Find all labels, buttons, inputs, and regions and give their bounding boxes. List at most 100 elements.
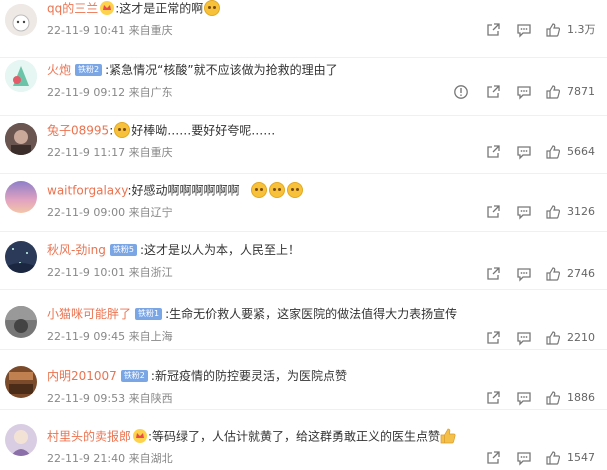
comment-item: qq的三兰 :这才是正常的啊 22-11-9 10:41 来自重庆 1.3万 [0, 0, 607, 58]
avatar[interactable] [5, 366, 37, 398]
comment-time: 22-11-9 09:53 [47, 392, 126, 405]
like-count: 3126 [567, 205, 595, 218]
avatar[interactable] [5, 60, 37, 92]
share-icon[interactable] [485, 144, 501, 160]
emoji-face-icon [286, 182, 303, 198]
comment-icon[interactable] [516, 204, 532, 220]
comment-actions: 3126 [447, 204, 607, 224]
avatar[interactable] [5, 306, 37, 338]
like-count: 1886 [567, 391, 595, 404]
emoji-face-icon [268, 182, 285, 198]
share-icon[interactable] [485, 330, 501, 346]
comment-meta: 22-11-9 21:40 来自湖北 [47, 452, 173, 466]
comment-text: :好感动啊啊啊啊啊啊 [127, 183, 240, 198]
comment-actions: 7871 [447, 84, 607, 104]
username-link[interactable]: 秋风-劲ing [47, 243, 106, 257]
thumbs-up-icon[interactable] [545, 144, 561, 160]
comment-icon[interactable] [516, 144, 532, 160]
avatar-image [5, 306, 37, 338]
avatar[interactable] [5, 4, 37, 36]
share-icon[interactable] [485, 450, 501, 466]
comment-icon[interactable] [516, 450, 532, 466]
like-count: 7871 [567, 85, 595, 98]
comment-meta: 22-11-9 09:53 来自陕西 [47, 392, 173, 406]
comment-time: 22-11-9 09:12 [47, 86, 126, 99]
thumbs-up-icon[interactable] [545, 204, 561, 220]
comment-item: 村里头的卖报郎:等码绿了，人估计就黄了，给这群勇敢正义的医生点赞 22-11-9… [0, 410, 607, 468]
like-count: 2746 [567, 267, 595, 280]
emoji-face-icon [250, 182, 267, 198]
emoji-face-icon [204, 0, 221, 16]
avatar-image [5, 424, 37, 456]
avatar[interactable] [5, 123, 37, 155]
comment-line: 内明201007 铁粉2:新冠疫情的防控要灵活，为医院点赞 [47, 368, 347, 384]
username-link[interactable]: waitforgalaxy [47, 184, 127, 198]
comment-actions: 2210 [447, 330, 607, 350]
thumbs-up-icon[interactable] [545, 390, 561, 406]
comment-location: 来自重庆 [128, 146, 173, 159]
comment-actions: 1886 [447, 390, 607, 410]
like-count: 1547 [567, 451, 595, 464]
username-link[interactable]: 兔子08995 [47, 124, 109, 138]
fan-badge: 铁粉1 [135, 307, 163, 320]
comment-time: 22-11-9 21:40 [47, 452, 126, 465]
comment-location: 来自重庆 [128, 24, 173, 37]
comment-text: :紧急情况“核酸”就不应该做为抢救的理由了 [105, 63, 338, 77]
comment-time: 22-11-9 10:01 [47, 266, 126, 279]
crown-icon [133, 429, 148, 443]
avatar[interactable] [5, 181, 37, 213]
thumbs-up-icon[interactable] [545, 84, 561, 100]
comment-icon[interactable] [516, 84, 532, 100]
fan-badge: 铁粉2 [120, 369, 148, 382]
share-icon[interactable] [485, 204, 501, 220]
share-icon[interactable] [485, 390, 501, 406]
share-icon[interactable] [485, 22, 501, 38]
comment-icon[interactable] [516, 330, 532, 346]
share-icon[interactable] [485, 266, 501, 282]
like-count: 5664 [567, 145, 595, 158]
comment-meta: 22-11-9 10:01 来自浙江 [47, 266, 173, 280]
comment-actions: 1.3万 [447, 22, 607, 42]
comment-line: 村里头的卖报郎:等码绿了，人估计就黄了，给这群勇敢正义的医生点赞 [47, 428, 456, 446]
thumbs-up-emoji-icon [440, 428, 456, 444]
username-link[interactable]: qq的三兰 [47, 2, 98, 16]
comment-icon[interactable] [516, 390, 532, 406]
share-icon[interactable] [485, 84, 501, 100]
thumbs-up-icon[interactable] [545, 330, 561, 346]
avatar-image [5, 366, 37, 398]
username-link[interactable]: 村里头的卖报郎 [47, 430, 131, 444]
avatar[interactable] [5, 424, 37, 456]
colon-text: : [109, 123, 114, 138]
comment-text: 好棒呦……要好好夸呢…… [131, 123, 276, 138]
comment-item: 小猫咪可能胖了 铁粉1:生命无价救人要紧，这家医院的做法值得大力表扬宣传 22-1… [0, 292, 607, 350]
comment-actions: 5664 [447, 144, 607, 164]
thumbs-up-icon[interactable] [545, 22, 561, 38]
comment-line: 秋风-劲ing 铁粉5:这才是以人为本，人民至上！ [47, 242, 300, 258]
username-link[interactable]: 内明201007 [47, 369, 117, 383]
comment-text: :这才是正常的啊 [115, 1, 204, 16]
avatar-image [5, 241, 37, 273]
comment-meta: 22-11-9 09:45 来自上海 [47, 330, 173, 344]
comment-actions: 2746 [447, 266, 607, 286]
thumbs-up-icon[interactable] [545, 450, 561, 466]
like-count: 1.3万 [567, 23, 596, 36]
comment-text: :新冠疫情的防控要灵活，为医院点赞 [150, 369, 347, 383]
username-link[interactable]: 小猫咪可能胖了 [47, 307, 131, 321]
comment-line: waitforgalaxy:好感动啊啊啊啊啊啊 [47, 182, 304, 200]
comment-time: 22-11-9 09:45 [47, 330, 126, 343]
comment-actions: 1547 [447, 450, 607, 470]
comment-time: 22-11-9 10:41 [47, 24, 126, 37]
avatar-image [5, 181, 37, 213]
username-link[interactable]: 火炮 [47, 63, 71, 77]
comment-meta: 22-11-9 11:17 来自重庆 [47, 146, 173, 160]
comment-line: 兔子08995: 好棒呦……要好好夸呢…… [47, 122, 275, 140]
thumbs-up-icon[interactable] [545, 266, 561, 282]
report-icon[interactable] [453, 84, 469, 100]
comment-icon[interactable] [516, 22, 532, 38]
avatar-image [5, 4, 37, 36]
comment-meta: 22-11-9 09:00 来自辽宁 [47, 206, 173, 220]
avatar-image [5, 123, 37, 155]
comment-icon[interactable] [516, 266, 532, 282]
comment-item: 兔子08995: 好棒呦……要好好夸呢…… 22-11-9 11:17 来自重庆 … [0, 116, 607, 174]
avatar[interactable] [5, 241, 37, 273]
